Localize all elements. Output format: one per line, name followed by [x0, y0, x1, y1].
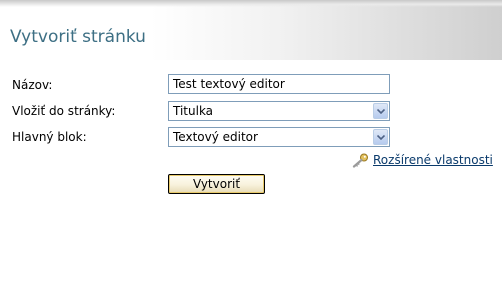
main-block-select[interactable]: Textový editor — [168, 127, 390, 147]
insert-into-page-label: Vložiť do stránky: — [12, 104, 116, 118]
main-block-value: Textový editor — [173, 130, 258, 144]
chevron-down-icon[interactable] — [373, 129, 388, 145]
name-label: Názov: — [12, 78, 53, 92]
create-button[interactable]: Vytvoriť — [168, 174, 265, 194]
name-input[interactable]: Test textový editor — [168, 74, 390, 94]
page-title: Vytvoriť stránku — [10, 27, 146, 47]
main-block-label: Hlavný blok: — [12, 130, 87, 144]
advanced-properties-link[interactable]: Rozšírené vlastnosti — [373, 153, 493, 167]
header-topline — [0, 0, 502, 7]
chevron-down-icon[interactable] — [373, 103, 388, 119]
page-header: Vytvoriť stránku — [0, 0, 502, 60]
insert-into-page-select[interactable]: Titulka — [168, 101, 390, 121]
insert-into-page-value: Titulka — [173, 104, 214, 118]
key-icon — [352, 153, 369, 172]
